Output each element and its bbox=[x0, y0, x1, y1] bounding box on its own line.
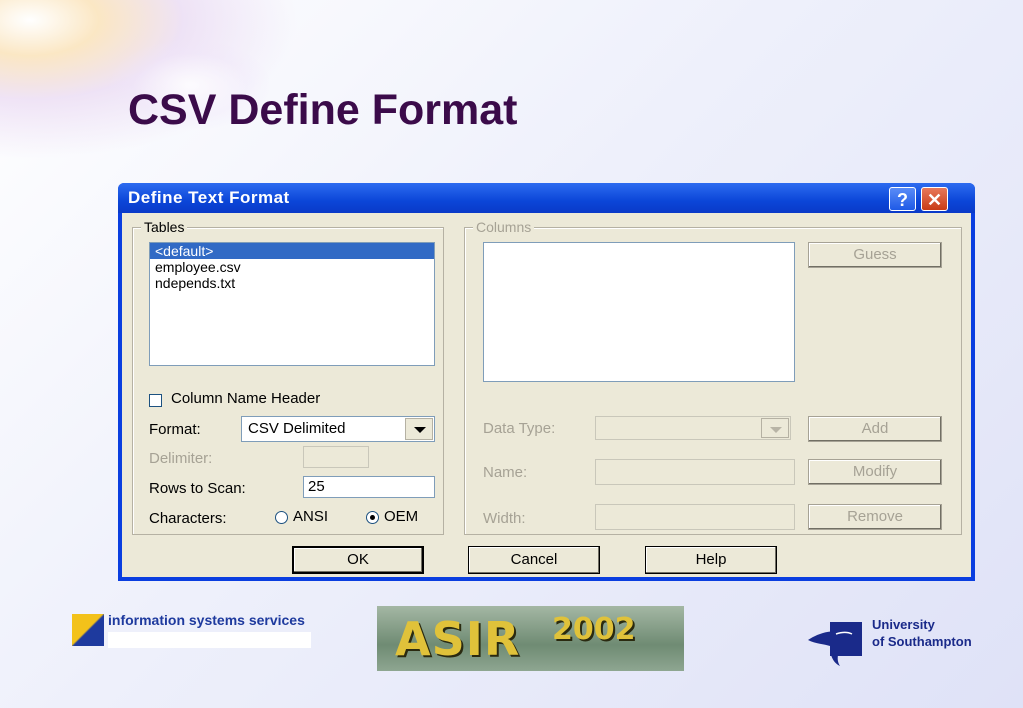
slide-title: CSV Define Format bbox=[128, 86, 518, 134]
list-item[interactable]: employee.csv bbox=[150, 259, 434, 275]
columns-group: Columns Guess Data Type: Add Name: Modif… bbox=[464, 219, 962, 535]
uos-line-1: University bbox=[872, 617, 935, 632]
oem-radio[interactable] bbox=[366, 511, 379, 524]
columns-listbox[interactable] bbox=[483, 242, 795, 382]
ansi-label: ANSI bbox=[293, 508, 329, 525]
format-select[interactable]: CSV Delimited bbox=[241, 416, 435, 442]
format-value: CSV Delimited bbox=[248, 420, 346, 437]
oem-label: OEM bbox=[384, 508, 419, 525]
iss-logo-band bbox=[108, 632, 311, 648]
remove-button[interactable]: Remove bbox=[808, 504, 942, 530]
add-button[interactable]: Add bbox=[808, 416, 942, 442]
dialog-title: Define Text Format bbox=[128, 188, 290, 207]
asir-2002-logo: ASIR 2002 bbox=[377, 606, 684, 671]
list-item[interactable]: <default> bbox=[150, 243, 434, 259]
dialog-titlebar[interactable]: Define Text Format ? ✕ bbox=[118, 183, 975, 213]
chevron-down-icon[interactable] bbox=[405, 418, 433, 440]
list-item[interactable]: ndepends.txt bbox=[150, 275, 434, 291]
chevron-down-icon[interactable] bbox=[761, 418, 789, 438]
column-name-header-label: Column Name Header bbox=[171, 390, 321, 407]
tables-group: Tables <default> employee.csv ndepends.t… bbox=[132, 219, 444, 535]
width-input[interactable] bbox=[595, 504, 795, 530]
column-name-header-checkbox[interactable] bbox=[149, 394, 162, 407]
close-icon[interactable]: ✕ bbox=[921, 187, 948, 211]
ok-button[interactable]: OK bbox=[292, 546, 424, 574]
guess-button[interactable]: Guess bbox=[808, 242, 942, 268]
data-type-select[interactable] bbox=[595, 416, 791, 440]
uos-line-2: of Southampton bbox=[872, 634, 972, 649]
help-icon[interactable]: ? bbox=[889, 187, 916, 211]
format-label: Format: bbox=[149, 421, 201, 438]
characters-label: Characters: bbox=[149, 510, 227, 527]
iss-mark-icon bbox=[72, 614, 104, 646]
rows-to-scan-input[interactable]: 25 bbox=[303, 476, 435, 498]
dialog-client: Tables <default> employee.csv ndepends.t… bbox=[122, 213, 971, 577]
name-input[interactable] bbox=[595, 459, 795, 485]
cancel-button[interactable]: Cancel bbox=[468, 546, 600, 574]
help-button[interactable]: Help bbox=[645, 546, 777, 574]
columns-legend: Columns bbox=[473, 219, 535, 235]
iss-logo: information systems services bbox=[72, 612, 312, 648]
iss-logo-text: information systems services bbox=[108, 612, 305, 628]
data-type-label: Data Type: bbox=[483, 420, 556, 437]
name-label: Name: bbox=[483, 464, 528, 481]
width-label: Width: bbox=[483, 510, 526, 527]
asir-logo-year: 2002 bbox=[552, 612, 636, 647]
dolphin-crest-icon bbox=[808, 622, 862, 666]
asir-logo-text: ASIR bbox=[395, 612, 521, 666]
uos-logo-text: University of Southampton bbox=[872, 616, 972, 650]
tables-legend: Tables bbox=[141, 219, 188, 235]
delimiter-label: Delimiter: bbox=[149, 450, 213, 467]
rows-to-scan-label: Rows to Scan: bbox=[149, 480, 246, 497]
tables-listbox[interactable]: <default> employee.csv ndepends.txt bbox=[149, 242, 435, 366]
modify-button[interactable]: Modify bbox=[808, 459, 942, 485]
delimiter-input[interactable] bbox=[303, 446, 369, 468]
define-text-format-dialog: Define Text Format ? ✕ Tables <default> … bbox=[118, 183, 975, 581]
ansi-radio[interactable] bbox=[275, 511, 288, 524]
university-of-southampton-logo: University of Southampton bbox=[800, 612, 990, 672]
